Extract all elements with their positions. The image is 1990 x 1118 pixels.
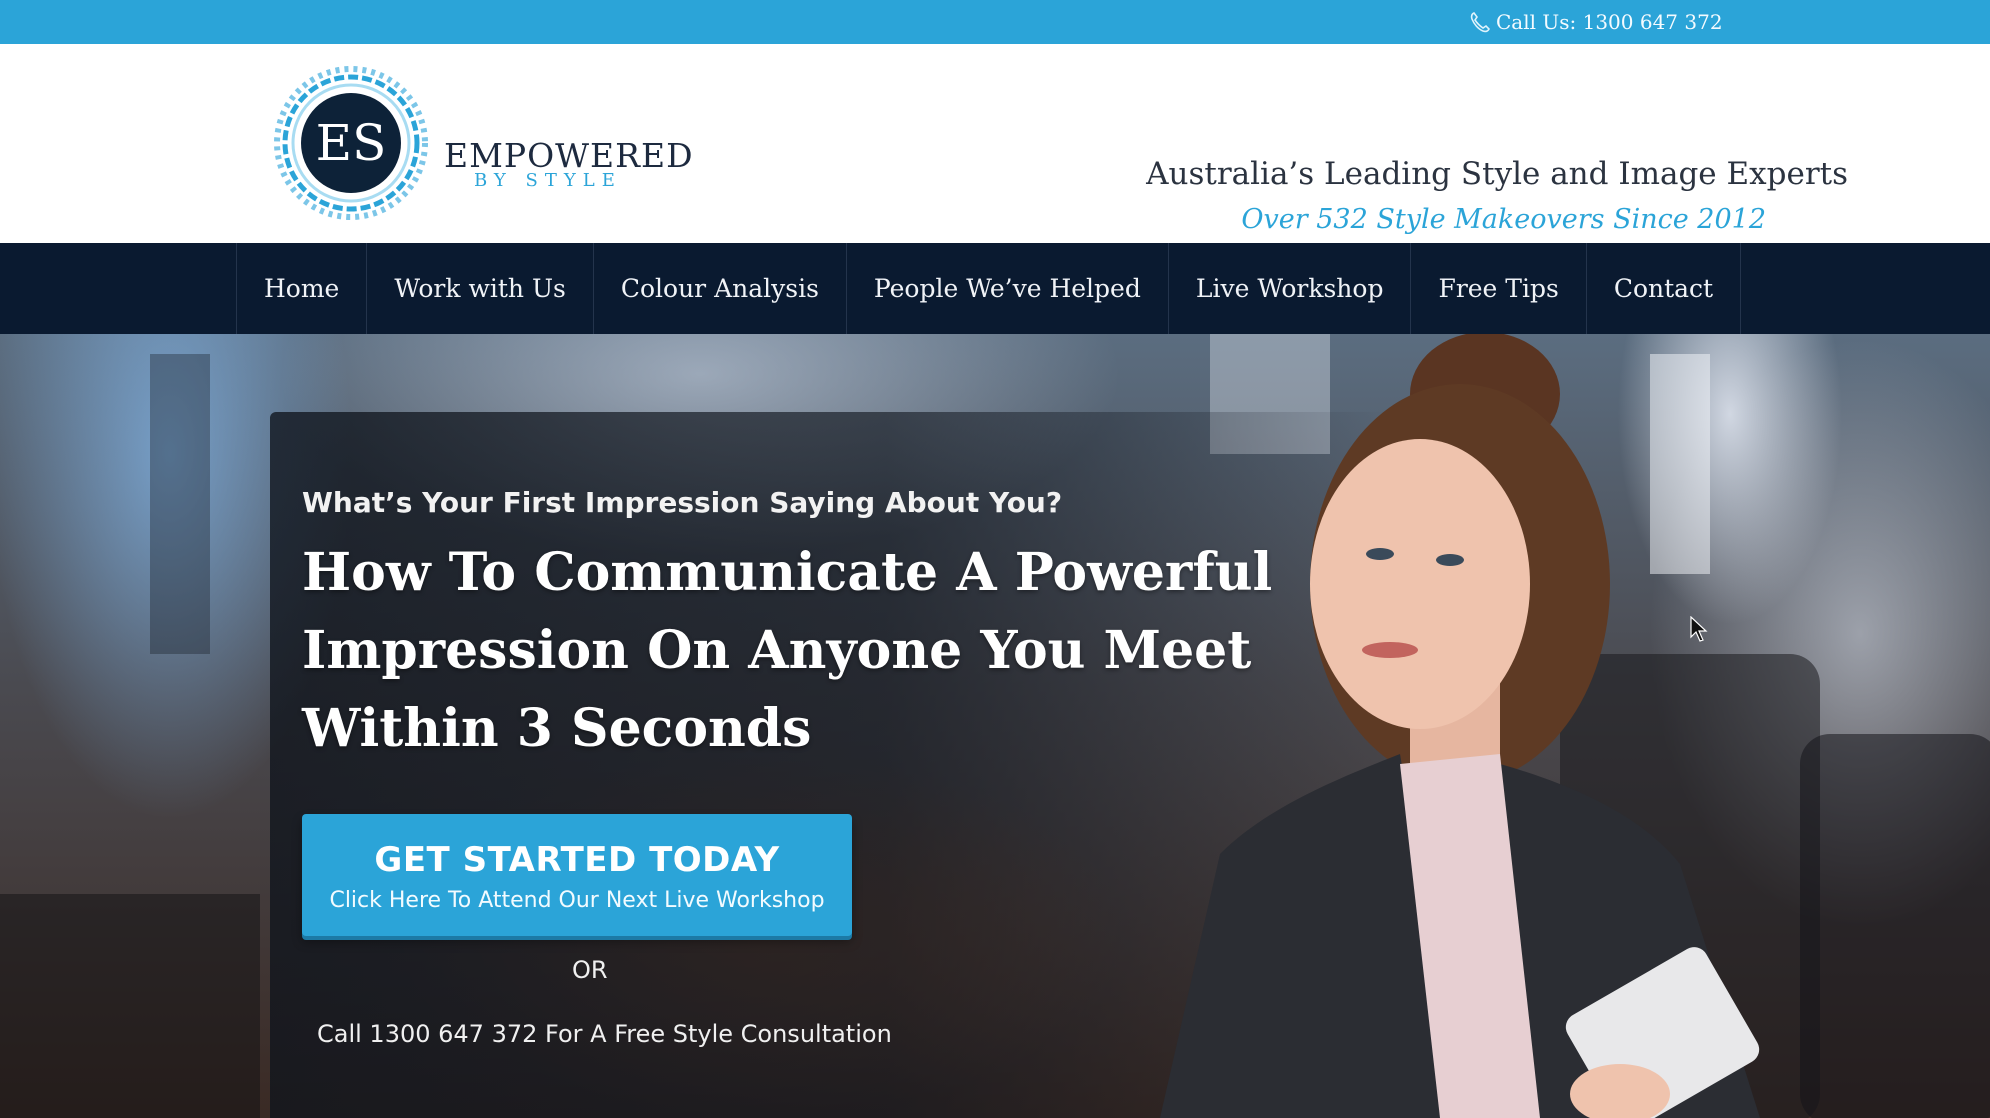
main-nav: Home Work with Us Colour Analysis People…	[0, 243, 1990, 334]
hero-title: How To Communicate A Powerful Impression…	[302, 542, 1273, 759]
nav-item-free-tips[interactable]: Free Tips	[1411, 243, 1587, 334]
phone-icon	[1470, 11, 1490, 33]
mouse-cursor-icon	[1690, 616, 1708, 642]
header-subtagline: Over 532 Style Makeovers Since 2012	[1241, 204, 1766, 235]
header-tagline: Australia’s Leading Style and Image Expe…	[1146, 156, 1848, 192]
nav-list: Home Work with Us Colour Analysis People…	[236, 243, 1742, 334]
call-us-link[interactable]: Call Us: 1300 647 372	[1470, 8, 1723, 36]
nav-item-home[interactable]: Home	[237, 243, 368, 334]
logo-monogram: ES	[316, 114, 387, 172]
cta-main-label: GET STARTED TODAY	[374, 840, 780, 880]
hero-kicker: What’s Your First Impression Saying Abou…	[302, 486, 1063, 519]
nav-item-colour-analysis[interactable]: Colour Analysis	[594, 243, 847, 334]
top-bar: Call Us: 1300 647 372	[0, 0, 1990, 44]
logo-submark: BY STYLE	[474, 170, 622, 191]
nav-item-contact[interactable]: Contact	[1587, 243, 1742, 334]
site-header: ES EMPOWERED BY STYLE Australia’s Leadin…	[0, 44, 1990, 243]
logo-emblem: ES	[274, 66, 428, 220]
cta-sub-label: Click Here To Attend Our Next Live Works…	[329, 888, 825, 913]
nav-item-people-helped[interactable]: People We’ve Helped	[847, 243, 1169, 334]
consultation-text: Call 1300 647 372 For A Free Style Consu…	[317, 1020, 892, 1048]
hero-section: What’s Your First Impression Saying Abou…	[0, 334, 1990, 1118]
nav-item-work-with-us[interactable]: Work with Us	[367, 243, 594, 334]
get-started-button[interactable]: GET STARTED TODAY Click Here To Attend O…	[302, 814, 852, 936]
call-us-text: Call Us: 1300 647 372	[1496, 10, 1723, 34]
site-logo[interactable]: ES EMPOWERED BY STYLE	[272, 64, 693, 224]
or-divider: OR	[572, 956, 608, 984]
nav-item-live-workshop[interactable]: Live Workshop	[1169, 243, 1412, 334]
